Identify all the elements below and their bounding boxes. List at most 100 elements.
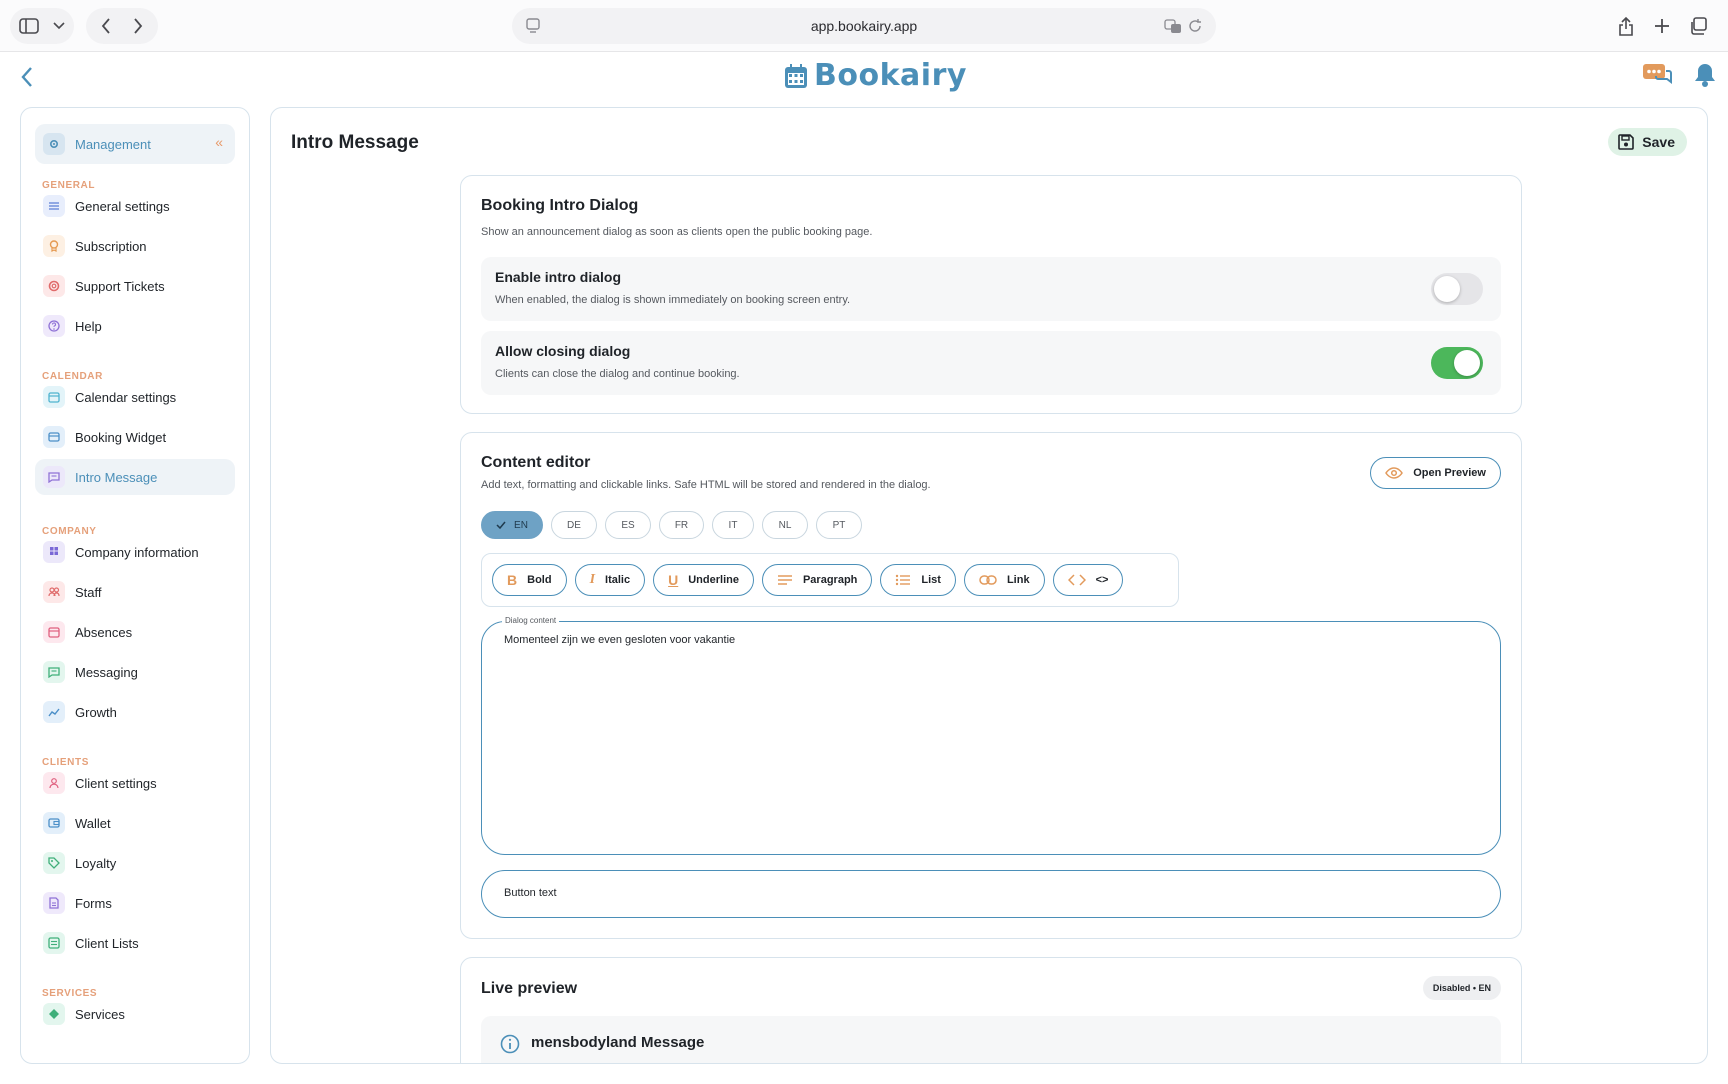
save-button-label: Save xyxy=(1642,134,1675,150)
lang-tab-nl[interactable]: NL xyxy=(762,511,808,539)
paragraph-button[interactable]: Paragraph xyxy=(761,564,873,596)
sidebar-item-label: Client Lists xyxy=(75,935,139,951)
card-description: Add text, formatting and clickable links… xyxy=(481,479,931,491)
sidebar-item-label: Absences xyxy=(75,624,133,640)
sidebar-item-calendar-settings[interactable]: Calendar settings xyxy=(35,379,235,415)
translate-icon[interactable] xyxy=(1164,18,1182,34)
preview-dialog: mensbodyland Message xyxy=(481,1016,1501,1063)
app-header: Bookairy xyxy=(0,52,1728,106)
allow-closing-dialog-toggle[interactable] xyxy=(1431,347,1483,379)
sidebar-item-help[interactable]: Help xyxy=(35,308,235,344)
sidebar-item-label: Calendar settings xyxy=(75,389,177,405)
lang-tab-pt[interactable]: PT xyxy=(816,511,862,539)
nav-history-group xyxy=(86,8,158,44)
sidebar-item-label: Wallet xyxy=(75,815,111,831)
sidebar-item-intro-message[interactable]: Intro Message xyxy=(35,459,235,495)
collapse-sidebar-icon[interactable]: « xyxy=(215,134,223,150)
lang-tab-label: DE xyxy=(567,519,581,531)
sidebar-item-booking-widget[interactable]: Booking Widget xyxy=(35,419,235,455)
lang-tab-fr[interactable]: FR xyxy=(659,511,704,539)
sidebar-item-growth[interactable]: Growth xyxy=(35,694,235,730)
lang-tab-it[interactable]: IT xyxy=(712,511,754,539)
sidebar-item-absences[interactable]: Absences xyxy=(35,614,235,650)
sidebar-item-general-settings[interactable]: General settings xyxy=(35,188,235,224)
lang-tab-es[interactable]: ES xyxy=(605,511,651,539)
content-editor-card: Content editor Add text, formatting and … xyxy=(460,432,1522,939)
lang-tab-label: EN xyxy=(514,519,528,531)
chevron-down-icon xyxy=(53,22,65,30)
sidebar-item-label: Loyalty xyxy=(75,855,117,871)
back-arrow-icon[interactable] xyxy=(101,18,111,34)
sidebar-item-label: Staff xyxy=(75,584,102,600)
settings-sidebar: Management « GENERAL CALENDAR COMPANY CL… xyxy=(20,107,250,1064)
allow-closing-dialog-row: Allow closing dialog Clients can close t… xyxy=(481,331,1501,395)
live-preview-card: Live preview Disabled • EN mensbodyland … xyxy=(460,957,1522,1063)
address-bar[interactable]: app.bookairy.app xyxy=(512,8,1216,44)
sidebar-item-loyalty[interactable]: Loyalty xyxy=(35,845,235,881)
toolbar-button-label: Underline xyxy=(688,574,739,586)
calendar-logo-icon xyxy=(785,63,807,88)
eye-icon xyxy=(1385,467,1404,479)
dialog-content-editor[interactable]: Dialog content Momenteel zijn we even ge… xyxy=(481,616,1501,855)
enable-intro-dialog-toggle[interactable] xyxy=(1431,273,1483,305)
badge-icon xyxy=(43,235,65,257)
sidebar-header-label: Management xyxy=(75,136,151,152)
share-button[interactable] xyxy=(1614,14,1638,38)
reload-icon[interactable] xyxy=(1188,18,1202,34)
code-button[interactable]: <> xyxy=(1052,564,1124,596)
tag-icon xyxy=(43,852,65,874)
sidebar-item-support-tickets[interactable]: Support Tickets xyxy=(35,268,235,304)
reader-icon[interactable] xyxy=(526,18,540,37)
trend-icon xyxy=(43,701,65,723)
sidebar-item-company-information[interactable]: Company information xyxy=(35,534,235,570)
sidebar-item-label: Forms xyxy=(75,895,112,911)
lang-tab-en[interactable]: EN xyxy=(481,511,543,539)
list-icon xyxy=(896,574,911,586)
dialog-content-text: Momenteel zijn we even gesloten voor vak… xyxy=(504,634,736,646)
lang-tab-de[interactable]: DE xyxy=(551,511,597,539)
sidebar-item-wallet[interactable]: Wallet xyxy=(35,805,235,841)
button-text-input[interactable]: Button text xyxy=(481,870,1501,918)
setting-description: Clients can close the dialog and continu… xyxy=(495,368,740,380)
sidebar-item-messaging[interactable]: Messaging xyxy=(35,654,235,690)
setting-title: Enable intro dialog xyxy=(495,269,622,285)
sidebar-item-label: Booking Widget xyxy=(75,429,167,445)
sidebar-item-label: Intro Message xyxy=(75,469,158,485)
italic-button[interactable]: I Italic xyxy=(574,564,646,596)
sidebar-item-services[interactable]: Services xyxy=(35,996,235,1032)
forward-arrow-icon[interactable] xyxy=(133,18,143,34)
sidebar-item-forms[interactable]: Forms xyxy=(35,885,235,921)
sidebar-header-management[interactable]: Management « xyxy=(35,124,235,164)
sidebar-item-label: Services xyxy=(75,1006,125,1022)
status-badge: Disabled • EN xyxy=(1422,976,1501,1000)
sliders-icon xyxy=(43,195,65,217)
sidebar-toggle-button[interactable] xyxy=(10,8,74,44)
sidebar-item-client-settings[interactable]: Client settings xyxy=(35,765,235,801)
link-button[interactable]: Link xyxy=(963,564,1045,596)
check-icon xyxy=(496,521,506,529)
back-button[interactable] xyxy=(20,66,40,92)
list-button[interactable]: List xyxy=(880,564,956,596)
toolbar-button-label: Link xyxy=(1006,574,1030,586)
chat-button[interactable] xyxy=(1642,62,1672,90)
notifications-button[interactable] xyxy=(1694,62,1716,90)
sidebar-item-subscription[interactable]: Subscription xyxy=(35,228,235,264)
floppy-disk-icon xyxy=(1618,134,1635,150)
new-tab-button[interactable] xyxy=(1650,14,1674,38)
plus-icon xyxy=(1655,19,1669,33)
toggle-knob xyxy=(1454,350,1480,376)
underline-button[interactable]: U Underline xyxy=(653,564,754,596)
bold-button[interactable]: B Bold xyxy=(492,564,567,596)
formatting-toolbar: B Bold I Italic U Underline Paragraph Li… xyxy=(481,553,1179,607)
sidebar-item-staff[interactable]: Staff xyxy=(35,574,235,610)
chevron-left-icon xyxy=(21,67,32,87)
tabs-overview-button[interactable] xyxy=(1686,14,1710,38)
sidebar-item-client-lists[interactable]: Client Lists xyxy=(35,925,235,961)
paragraph-icon xyxy=(777,575,792,585)
lang-tab-label: FR xyxy=(674,519,689,531)
sidebar-item-label: Company information xyxy=(75,544,199,560)
open-preview-button[interactable]: Open Preview xyxy=(1370,457,1501,489)
save-button[interactable]: Save xyxy=(1608,128,1687,156)
gear-icon xyxy=(43,133,65,155)
setting-title: Allow closing dialog xyxy=(495,343,631,359)
